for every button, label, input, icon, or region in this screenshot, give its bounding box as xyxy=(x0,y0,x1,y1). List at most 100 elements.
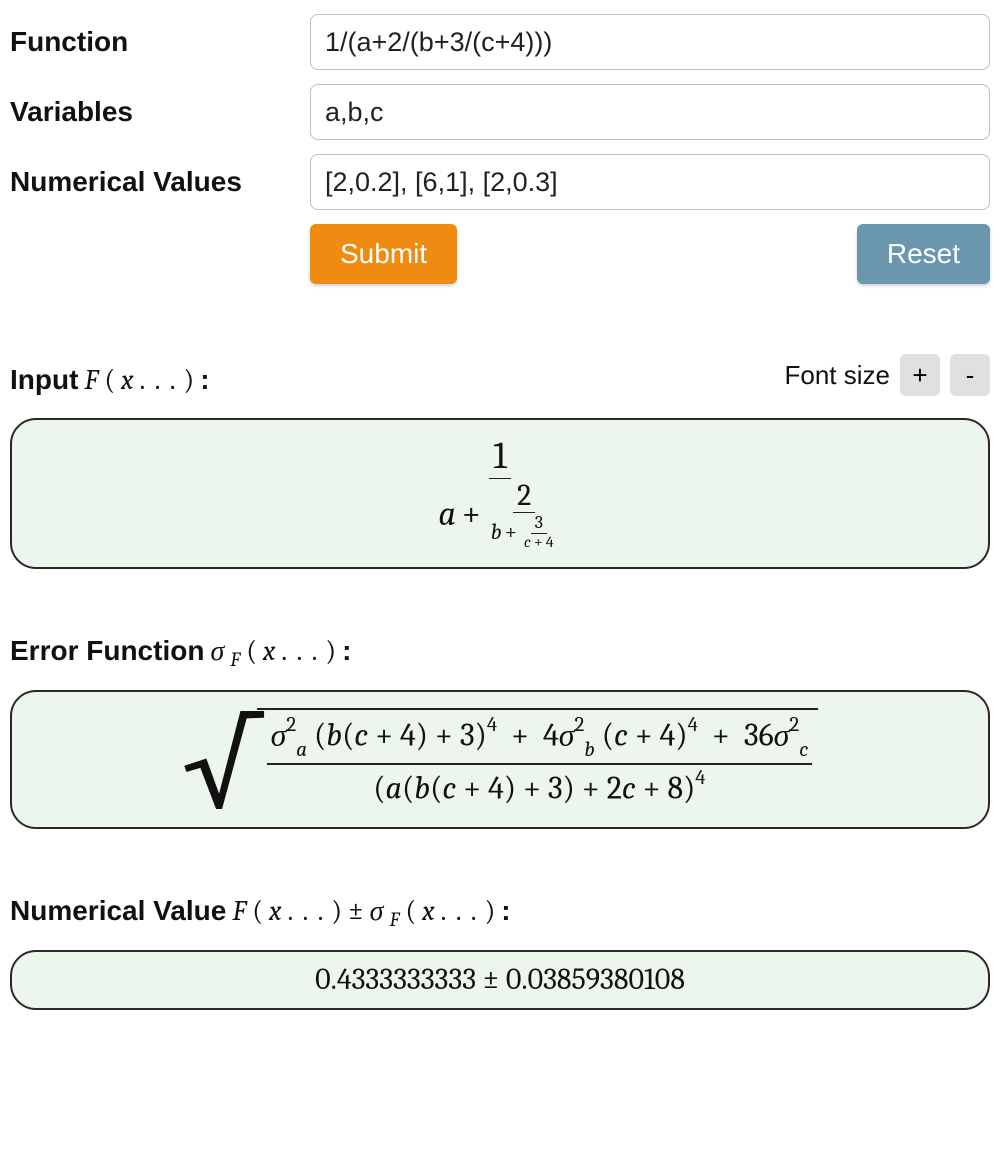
result-pm: ± xyxy=(483,962,500,997)
f2d-a: a xyxy=(386,770,402,807)
f2d-plus4: + xyxy=(643,770,661,807)
font-size-label: Font size xyxy=(785,360,891,391)
error-colon: : xyxy=(342,635,351,667)
f2-t1-b: b xyxy=(326,717,342,754)
f2-t3-36: 36 xyxy=(744,717,774,754)
num-x2: x xyxy=(422,895,435,927)
function-label: Function xyxy=(10,26,310,58)
f2d-b: b xyxy=(414,770,430,807)
f1-plus1: + xyxy=(462,496,481,533)
input-math-dots: . . . xyxy=(140,364,178,396)
f2d-2: 2 xyxy=(607,770,622,807)
error-close: ) xyxy=(325,635,336,667)
function-input[interactable] xyxy=(310,14,990,70)
section-head-input: Input F ( x . . . ) : Font size + - xyxy=(10,354,990,396)
sqrt-icon: √ xyxy=(182,719,261,813)
f2-t1-open: ( xyxy=(314,717,326,754)
f2-t2-fr4: 4 xyxy=(660,717,676,754)
error-prefix: Error Function xyxy=(10,635,204,667)
f2-t1-open2: ( xyxy=(342,717,354,754)
panel-input-formula: 1 a + 2 b + 3 c+4 xyxy=(10,418,990,569)
button-row: Submit Reset xyxy=(10,224,990,284)
num-F: F xyxy=(232,895,246,927)
result-value: 0.4333333333 xyxy=(315,962,476,997)
f1-two: 2 xyxy=(513,479,535,513)
form-row-values: Numerical Values xyxy=(10,154,990,210)
f2d-c: c xyxy=(442,770,456,807)
form-area: Function Variables Numerical Values Subm… xyxy=(10,14,990,284)
error-sigma: σ xyxy=(210,635,224,668)
f1-c: c xyxy=(524,534,531,552)
num-dots1: . . . xyxy=(287,895,325,927)
f2d-close: ) xyxy=(683,770,695,807)
values-input[interactable] xyxy=(310,154,990,210)
f1-four: 4 xyxy=(546,534,554,552)
f1-b: b xyxy=(491,520,502,544)
error-x: x xyxy=(263,635,276,667)
formula-error: √ σ2a (b(c + 4) + 3)4 + 4σ2b (c + 4)4 + … xyxy=(182,708,819,811)
input-math-F: F xyxy=(84,364,98,396)
num-open2: ( xyxy=(405,895,416,927)
f1-num: 1 xyxy=(489,436,511,479)
num-dots2: . . . xyxy=(441,895,479,927)
error-dots: . . . xyxy=(281,635,319,667)
submit-button[interactable]: Submit xyxy=(310,224,457,284)
num-open1: ( xyxy=(252,895,263,927)
font-size-controls: Font size + - xyxy=(785,354,991,396)
f2-plusA: + xyxy=(511,717,529,754)
variables-label: Variables xyxy=(10,96,310,128)
f2d-close3: ) xyxy=(504,770,516,807)
numerical-prefix: Numerical Value xyxy=(10,895,226,927)
panel-error-formula: √ σ2a (b(c + 4) + 3)4 + 4σ2b (c + 4)4 + … xyxy=(10,690,990,829)
input-math-open: ( xyxy=(104,364,115,396)
error-open: ( xyxy=(246,635,257,667)
f2-t2-c: c xyxy=(614,717,628,754)
f2d-c2: c xyxy=(622,770,636,807)
f2d-3: 3 xyxy=(548,770,563,807)
variables-input[interactable] xyxy=(310,84,990,140)
f2-t3-sup: 2 xyxy=(789,713,799,737)
f2-t2-plus: + xyxy=(635,717,653,754)
f2-t3-sigma: σ xyxy=(774,717,790,754)
f2d-plus1: + xyxy=(463,770,481,807)
form-row-function: Function xyxy=(10,14,990,70)
f2d-open: ( xyxy=(373,770,385,807)
f2-t1-sub: a xyxy=(296,738,307,762)
f2-t1-sup: 2 xyxy=(286,713,296,737)
f2-t1-close: ) xyxy=(475,717,487,754)
input-prefix: Input xyxy=(10,364,78,396)
f2-t2-pow: 4 xyxy=(688,713,698,737)
f2-t1-pow: 4 xyxy=(487,713,497,737)
input-colon: : xyxy=(200,364,209,396)
f1-plus2: + xyxy=(505,520,517,544)
reset-button[interactable]: Reset xyxy=(857,224,990,284)
f2d-pow: 4 xyxy=(695,766,705,790)
f2-t1-close2: ) xyxy=(416,717,428,754)
f1-three: 3 xyxy=(531,513,547,534)
error-sub-F: F xyxy=(230,648,240,671)
f2d-plus2: + xyxy=(523,770,541,807)
num-sigma: σ xyxy=(370,895,384,928)
result-error: 0.03859380108 xyxy=(506,962,685,997)
formula-input: 1 a + 2 b + 3 c+4 xyxy=(434,436,565,551)
panel-numerical-value: 0.4333333333 ± 0.03859380108 xyxy=(10,950,990,1010)
section-label-numerical: Numerical Value F ( x . . . ) ± σF ( x .… xyxy=(10,895,511,928)
num-sub-F: F xyxy=(389,908,399,931)
section-label-input: Input F ( x . . . ) : xyxy=(10,364,210,396)
section-head-error: Error Function σF ( x . . . ) : xyxy=(10,635,990,668)
f2-t2-open: ( xyxy=(602,717,614,754)
numerical-colon: : xyxy=(501,895,510,927)
f2-t2-sub: b xyxy=(584,738,594,762)
form-row-variables: Variables xyxy=(10,84,990,140)
font-size-minus-button[interactable]: - xyxy=(950,354,990,396)
f2-t2-sup: 2 xyxy=(575,713,585,737)
f2-t1-3: 3 xyxy=(460,717,475,754)
input-math-close: ) xyxy=(184,364,195,396)
f1-plus3: + xyxy=(534,534,543,552)
section-label-error: Error Function σF ( x . . . ) : xyxy=(10,635,351,668)
section-head-numerical: Numerical Value F ( x . . . ) ± σF ( x .… xyxy=(10,895,990,928)
num-close1: ) xyxy=(331,895,342,927)
f2d-4: 4 xyxy=(488,770,504,807)
f2-t1-c: c xyxy=(354,717,368,754)
font-size-plus-button[interactable]: + xyxy=(900,354,940,396)
